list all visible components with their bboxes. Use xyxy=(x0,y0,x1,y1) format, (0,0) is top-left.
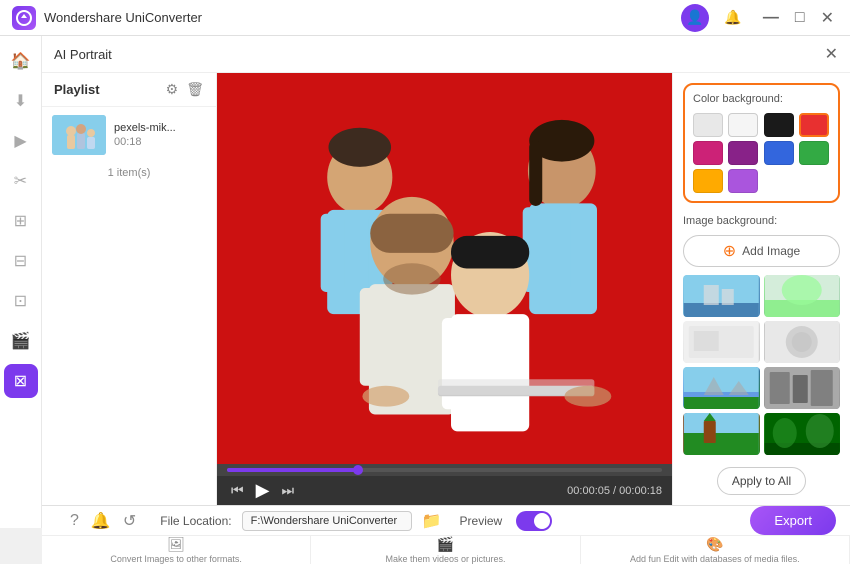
maximize-button[interactable]: □ xyxy=(791,9,809,27)
sidebar: 🏠 ⬇ ▶ ✂ ⊞ ⊟ ⊡ 🎬 ⊠ xyxy=(0,36,42,528)
bottom-bar: ? 🔔 ↺ File Location: 📁 Preview Export xyxy=(42,505,850,535)
window-controls: — □ ✕ xyxy=(759,8,838,28)
add-image-button[interactable]: ⊕ Add Image xyxy=(683,235,840,267)
time-display: 00:00:05 / 00:00:18 xyxy=(567,485,662,497)
image-thumb-2[interactable] xyxy=(764,275,841,317)
sidebar-item-compress[interactable]: ⊟ xyxy=(4,244,38,278)
app-logo xyxy=(12,6,36,30)
minimize-button[interactable]: — xyxy=(759,9,783,27)
video-controls: ⏮ ▶ ⏭ 00:00:05 / 00:00:18 xyxy=(217,476,672,505)
bottom-strip-media-label: Add fun Edit with databases of media fil… xyxy=(630,554,800,564)
sidebar-item-download[interactable]: ⬇ xyxy=(4,84,38,118)
playlist-settings-icon[interactable]: ⚙ xyxy=(166,81,179,98)
app-title: Wondershare UniConverter xyxy=(44,10,202,25)
close-button[interactable]: ✕ xyxy=(817,8,838,28)
playlist-item[interactable]: pexels-mik... 00:18 xyxy=(42,107,216,163)
color-swatch-pink[interactable] xyxy=(693,141,723,165)
media-icon: 🎨 xyxy=(706,536,723,553)
image-thumb-4[interactable] xyxy=(764,321,841,363)
panel-title: AI Portrait xyxy=(54,47,112,62)
bottom-strip-video-label: Make them videos or pictures. xyxy=(385,554,505,564)
progress-bar-area xyxy=(217,464,672,476)
image-thumb-8[interactable] xyxy=(764,413,841,455)
panel-header: AI Portrait ✕ xyxy=(42,36,850,73)
bottom-strip-media[interactable]: 🎨 Add fun Edit with databases of media f… xyxy=(581,536,850,564)
thumbnail-image xyxy=(52,115,106,155)
ai-portrait-panel: AI Portrait ✕ Playlist ⚙ 🗑 xyxy=(42,36,850,505)
export-button[interactable]: Export xyxy=(750,506,836,535)
color-swatch-black[interactable] xyxy=(764,113,794,137)
image-thumb-5[interactable] xyxy=(683,367,760,409)
item-count: 1 item(s) xyxy=(42,163,216,183)
video-area: ⏮ ▶ ⏭ 00:00:05 / 00:00:18 xyxy=(217,73,672,505)
image-bg-section: Image background: ⊕ Add Image xyxy=(683,215,840,455)
sidebar-item-ai[interactable]: ⊠ xyxy=(4,364,38,398)
right-panel: Color background: xyxy=(672,73,850,505)
color-grid xyxy=(693,113,830,193)
bottom-strip-convert[interactable]: 🖼 Convert Images to other formats. xyxy=(42,536,311,564)
sidebar-item-convert[interactable]: ▶ xyxy=(4,124,38,158)
color-swatch-light-gray[interactable] xyxy=(693,113,723,137)
panel-close-button[interactable]: ✕ xyxy=(825,44,838,64)
sidebar-item-home[interactable]: 🏠 xyxy=(4,44,38,78)
video-preview xyxy=(217,73,672,464)
bottom-strip: 🖼 Convert Images to other formats. 🎬 Mak… xyxy=(42,535,850,564)
playlist-actions: ⚙ 🗑 xyxy=(166,81,204,98)
color-bg-section: Color background: xyxy=(683,83,840,203)
toggle-knob xyxy=(534,513,550,529)
progress-fill xyxy=(227,468,358,472)
convert-icon: 🖼 xyxy=(167,536,185,553)
playlist-item-info: pexels-mik... 00:18 xyxy=(114,122,206,148)
titlebar-icons: 👤 🔔 xyxy=(681,4,747,32)
file-location-label: File Location: xyxy=(160,514,231,528)
playlist-title: Playlist xyxy=(54,82,100,97)
add-icon: ⊕ xyxy=(723,241,736,261)
playlist-panel: Playlist ⚙ 🗑 xyxy=(42,73,217,505)
playlist-thumbnail xyxy=(52,115,106,155)
color-bg-label: Color background: xyxy=(693,93,830,105)
playlist-header: Playlist ⚙ 🗑 xyxy=(42,73,216,107)
image-thumb-7[interactable] xyxy=(683,413,760,455)
content-area: AI Portrait ✕ Playlist ⚙ 🗑 xyxy=(42,36,850,528)
notification-icon[interactable]: 🔔 xyxy=(719,4,747,32)
image-bg-label: Image background: xyxy=(683,215,840,227)
titlebar: Wondershare UniConverter 👤 🔔 — □ ✕ xyxy=(0,0,850,36)
image-thumb-1[interactable] xyxy=(683,275,760,317)
sidebar-item-cut[interactable]: ✂ xyxy=(4,164,38,198)
user-icon[interactable]: 👤 xyxy=(681,4,709,32)
progress-bar[interactable] xyxy=(227,468,662,472)
help-icon[interactable]: ? xyxy=(70,512,79,530)
color-swatch-green[interactable] xyxy=(799,141,829,165)
sidebar-item-toolkit[interactable]: 🎬 xyxy=(4,324,38,358)
video-icon: 🎬 xyxy=(437,536,454,553)
apply-all-button[interactable]: Apply to All xyxy=(717,467,806,495)
playlist-item-duration: 00:18 xyxy=(114,136,206,148)
color-swatch-blue[interactable] xyxy=(764,141,794,165)
image-thumb-3[interactable] xyxy=(683,321,760,363)
video-scene xyxy=(217,73,672,464)
color-swatch-violet[interactable] xyxy=(728,169,758,193)
sidebar-item-merge[interactable]: ⊞ xyxy=(4,204,38,238)
bottom-strip-convert-label: Convert Images to other formats. xyxy=(110,554,242,564)
sidebar-item-record[interactable]: ⊡ xyxy=(4,284,38,318)
main-layout: 🏠 ⬇ ▶ ✂ ⊞ ⊟ ⊡ 🎬 ⊠ AI Portrait ✕ Playlist xyxy=(0,36,850,528)
color-swatch-white[interactable] xyxy=(728,113,758,137)
next-button[interactable]: ⏭ xyxy=(277,480,298,501)
add-image-label: Add Image xyxy=(742,244,800,258)
playlist-item-name: pexels-mik... xyxy=(114,122,206,134)
color-swatch-purple[interactable] xyxy=(728,141,758,165)
prev-button[interactable]: ⏮ xyxy=(227,480,248,501)
preview-label: Preview xyxy=(460,514,503,528)
color-swatch-orange[interactable] xyxy=(693,169,723,193)
color-swatch-red[interactable] xyxy=(799,113,829,137)
bottom-strip-video[interactable]: 🎬 Make them videos or pictures. xyxy=(311,536,580,564)
playlist-delete-icon[interactable]: 🗑 xyxy=(186,81,204,98)
image-thumb-6[interactable] xyxy=(764,367,841,409)
media-area: Playlist ⚙ 🗑 xyxy=(42,73,850,505)
image-thumbnails xyxy=(683,275,840,455)
progress-indicator xyxy=(353,465,363,475)
play-button[interactable]: ▶ xyxy=(256,480,270,501)
